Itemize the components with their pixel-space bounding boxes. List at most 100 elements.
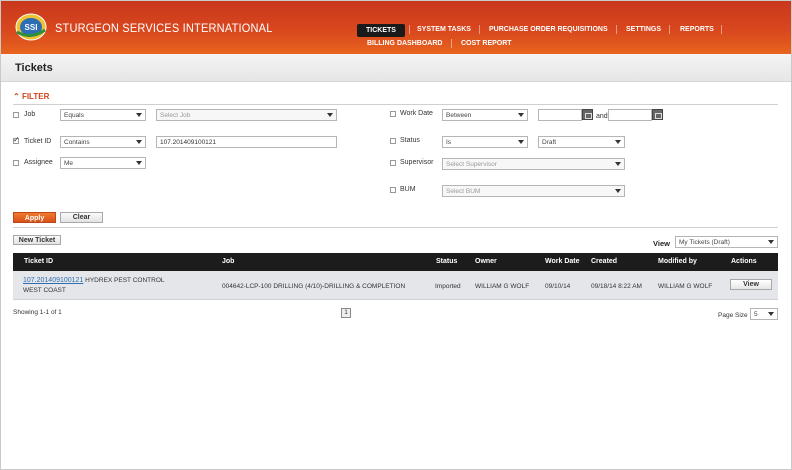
status-cell: Imported — [435, 283, 461, 290]
col-ticket-id[interactable]: Ticket ID — [24, 258, 53, 265]
showing-count: Showing 1-1 of 1 — [13, 309, 62, 316]
nav-separator — [616, 25, 617, 34]
work-date-operator-select[interactable]: Between — [442, 109, 528, 121]
nav-billing-dashboard[interactable]: BILLING DASHBOARD — [367, 40, 442, 47]
new-ticket-button[interactable]: New Ticket — [13, 235, 61, 245]
work-date-checkbox[interactable] — [390, 111, 396, 117]
chevron-down-icon — [518, 113, 524, 117]
status-value: Draft — [542, 139, 557, 146]
assignee-select[interactable]: Me — [60, 157, 146, 169]
nav-cost-report[interactable]: COST REPORT — [461, 40, 512, 47]
view-button[interactable]: View — [730, 279, 772, 290]
table-header: Ticket ID Job Status Owner Work Date Cre… — [13, 253, 778, 271]
col-created[interactable]: Created — [591, 258, 617, 265]
view-select[interactable]: My Tickets (Draft) — [675, 236, 778, 248]
calendar-icon[interactable] — [652, 109, 663, 120]
col-job[interactable]: Job — [222, 258, 234, 265]
supervisor-checkbox[interactable] — [390, 160, 396, 166]
created-cell: 09/18/14 8:22 AM — [591, 283, 642, 290]
clear-button[interactable]: Clear — [60, 212, 103, 223]
chevron-down-icon — [768, 240, 774, 244]
chevron-down-icon — [615, 189, 621, 193]
brand-name: STURGEON SERVICES INTERNATIONAL — [55, 21, 273, 35]
nav-purchase-order-requisitions[interactable]: PURCHASE ORDER REQUISITIONS — [489, 26, 608, 33]
bum-select[interactable]: Select BUM — [442, 185, 625, 197]
ticket-id-label: Ticket ID — [24, 138, 52, 145]
ticket-id-input[interactable]: 107.201409100121 — [156, 136, 337, 148]
table-row: 107.201409100121 HYDREX PEST CONTROL WES… — [13, 271, 778, 300]
apply-button[interactable]: Apply — [13, 212, 56, 223]
logo-lettering: SSI — [25, 23, 38, 32]
title-band: Tickets — [0, 54, 792, 82]
assignee-label: Assignee — [24, 159, 53, 166]
bum-checkbox[interactable] — [390, 187, 396, 193]
work-date-cell: 09/10/14 — [545, 283, 571, 290]
chevron-down-icon — [327, 113, 333, 117]
nav-separator — [479, 25, 480, 34]
status-value-select[interactable]: Draft — [538, 136, 625, 148]
job-cell: 004642-LCP-100 DRILLING (4/10)-DRILLING … — [222, 283, 406, 290]
nav-separator — [721, 25, 722, 34]
work-date-operator-value: Between — [446, 112, 472, 119]
job-value-select[interactable]: Select Job — [156, 109, 337, 121]
work-date-and-label: and — [596, 113, 608, 120]
col-status[interactable]: Status — [436, 258, 457, 265]
owner-cell: WILLIAM G WOLF — [475, 283, 530, 290]
ticket-id-cell: 107.201409100121 HYDREX PEST CONTROL — [23, 277, 165, 284]
col-modified-by[interactable]: Modified by — [658, 258, 697, 265]
chevron-down-icon — [615, 140, 621, 144]
nav-separator — [451, 39, 452, 48]
nav-reports[interactable]: REPORTS — [680, 26, 714, 33]
chevron-up-icon: ⌃ — [13, 92, 20, 101]
nav-system-tasks[interactable]: SYSTEM TASKS — [417, 26, 471, 33]
col-actions: Actions — [731, 258, 757, 265]
col-owner[interactable]: Owner — [475, 258, 497, 265]
work-date-to-input[interactable] — [608, 109, 652, 121]
nav-separator — [409, 25, 410, 34]
nav-settings[interactable]: SETTINGS — [626, 26, 661, 33]
chevron-down-icon — [518, 140, 524, 144]
status-operator-value: Is — [446, 139, 452, 146]
calendar-icon[interactable] — [582, 109, 593, 120]
page-button[interactable]: 1 — [341, 308, 351, 318]
page-size-value: 5 — [754, 311, 758, 318]
job-label: Job — [24, 111, 36, 118]
work-date-from-input[interactable] — [538, 109, 582, 121]
supervisor-placeholder: Select Supervisor — [446, 161, 497, 168]
job-value-placeholder: Select Job — [160, 112, 191, 119]
supervisor-label: Supervisor — [400, 159, 434, 166]
chevron-down-icon — [136, 140, 142, 144]
modified-by-cell: WILLIAM G WOLF — [658, 283, 713, 290]
assignee-checkbox[interactable] — [13, 160, 19, 166]
page-size-select[interactable]: 5 — [750, 308, 778, 320]
col-work-date[interactable]: Work Date — [545, 258, 580, 265]
chevron-down-icon — [136, 161, 142, 165]
chevron-down-icon — [615, 162, 621, 166]
filter-toggle[interactable]: ⌃ FILTER — [13, 92, 49, 101]
ticket-id-operator-value: Contains — [64, 139, 90, 146]
ssi-logo-icon: SSI — [15, 13, 47, 41]
nav-separator — [669, 25, 670, 34]
page-size-label: Page Size — [718, 312, 748, 319]
bum-placeholder: Select BUM — [446, 188, 481, 195]
view-label: View — [653, 239, 670, 248]
ticket-id-checkbox[interactable] — [13, 135, 20, 144]
filter-heading: FILTER — [21, 92, 50, 101]
ticket-id-link[interactable]: 107.201409100121 — [23, 277, 83, 284]
divider — [13, 104, 778, 105]
supervisor-select[interactable]: Select Supervisor — [442, 158, 625, 170]
job-operator-value: Equals — [64, 112, 84, 119]
work-date-label: Work Date — [400, 110, 433, 117]
ticket-desc-1: HYDREX PEST CONTROL — [85, 277, 165, 284]
chevron-down-icon — [768, 312, 774, 316]
nav-tickets[interactable]: TICKETS — [357, 24, 405, 37]
assignee-value: Me — [64, 160, 74, 167]
status-checkbox[interactable] — [390, 138, 396, 144]
job-operator-select[interactable]: Equals — [60, 109, 146, 121]
status-operator-select[interactable]: Is — [442, 136, 528, 148]
job-checkbox[interactable] — [13, 112, 19, 118]
status-label: Status — [400, 137, 420, 144]
divider — [13, 227, 778, 228]
view-value: My Tickets (Draft) — [679, 239, 730, 246]
ticket-id-operator-select[interactable]: Contains — [60, 136, 146, 148]
